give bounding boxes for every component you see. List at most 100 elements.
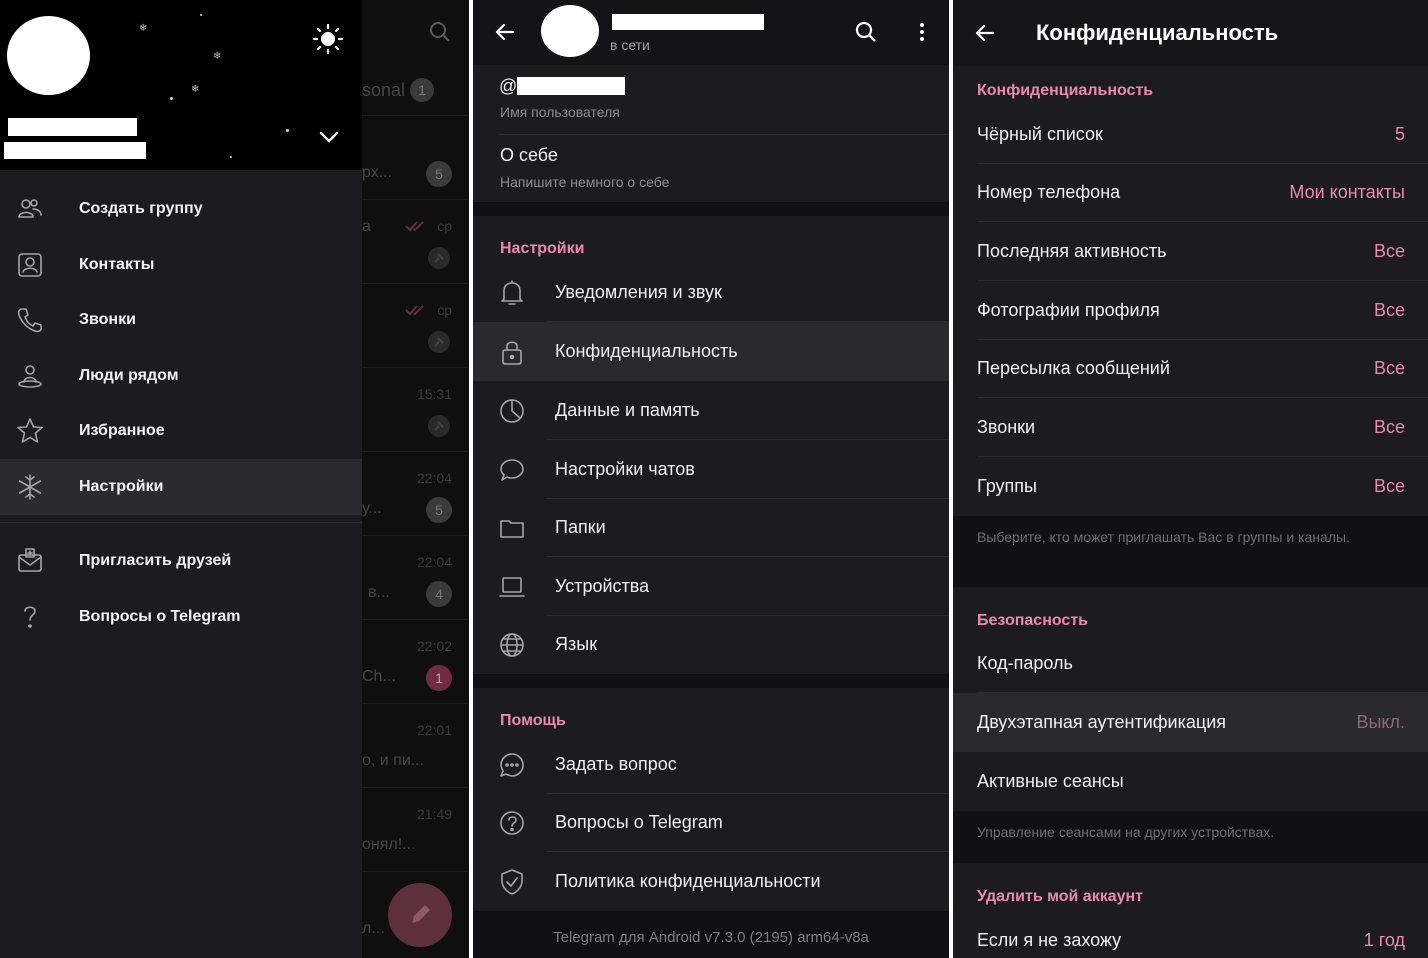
delete-account-row[interactable]: Если я не захожу 1 год	[953, 911, 1428, 958]
drawer-item-people-nearby[interactable]: Люди рядом	[0, 348, 362, 404]
drawer-item-label: Избранное	[79, 422, 165, 439]
divider	[362, 283, 469, 284]
laptop-icon	[499, 573, 525, 601]
settings-item-privacy[interactable]: Конфиденциальность	[473, 322, 949, 381]
privacy-row-value: Все	[1373, 300, 1405, 320]
chat-time: 22:02	[416, 638, 452, 654]
data-usage-icon	[499, 397, 525, 425]
settings-item-label: Задать вопрос	[555, 754, 677, 774]
app-version: Telegram для Android v7.3.0 (2195) arm64…	[553, 929, 869, 946]
privacy-row-label: Последняя активность	[977, 241, 1167, 261]
privacy-row-groups[interactable]: Группы Все	[953, 457, 1428, 516]
drawer-item-label: Люди рядом	[79, 367, 179, 384]
settings-item-notifications[interactable]: Уведомления и звук	[473, 263, 949, 322]
settings-item-data[interactable]: Данные и память	[473, 381, 949, 440]
settings-item-faq[interactable]: Вопросы о Telegram	[473, 793, 949, 852]
chat-time: 22:04	[416, 554, 452, 570]
chat-time: 22:01	[416, 722, 452, 738]
calls-icon	[16, 306, 44, 334]
drawer-header: ❄ ❄ ❄	[0, 0, 362, 170]
search-icon[interactable]	[854, 20, 878, 44]
user-name-redacted	[8, 118, 137, 136]
drawer-item-label: Пригласить друзей	[79, 552, 232, 569]
drawer-item-saved[interactable]: Избранное	[0, 403, 362, 459]
drawer-item-invite[interactable]: Пригласить друзей	[0, 533, 362, 589]
sessions-note: Управление сеансами на других устройства…	[953, 811, 1428, 863]
avatar[interactable]	[7, 16, 90, 95]
drawer-item-label: Создать группу	[79, 200, 203, 217]
security-row-passcode[interactable]: Код-пароль	[953, 634, 1428, 693]
drawer-item-calls[interactable]: Звонки	[0, 292, 362, 348]
security-row-label: Активные сеансы	[977, 771, 1124, 791]
back-arrow-icon[interactable]	[493, 20, 517, 44]
privacy-row-label: Звонки	[977, 417, 1036, 437]
divider	[362, 703, 469, 704]
chevron-down-icon[interactable]	[317, 127, 341, 147]
star-icon	[16, 417, 44, 445]
privacy-row-label: Чёрный список	[977, 124, 1103, 144]
security-row-two-step[interactable]: Двухэтапная аутентификация Выкл.	[953, 693, 1428, 752]
settings-item-privacy-policy[interactable]: Политика конфиденциальности	[473, 852, 949, 911]
settings-item-devices[interactable]: Устройства	[473, 557, 949, 616]
double-check-icon	[405, 220, 429, 232]
phone-redacted	[4, 142, 146, 159]
privacy-row-last-seen[interactable]: Последняя активность Все	[953, 222, 1428, 281]
security-row-value: Выкл.	[1356, 712, 1405, 732]
globe-icon	[499, 631, 525, 659]
sun-icon[interactable]	[312, 23, 344, 55]
snow-dot	[230, 156, 232, 158]
divider	[362, 619, 469, 620]
security-row-sessions[interactable]: Активные сеансы	[953, 752, 1428, 811]
privacy-row-profile-photos[interactable]: Фотографии профиля Все	[953, 281, 1428, 340]
chat-time: 22:04	[416, 470, 452, 486]
section-title-privacy: Конфиденциальность	[977, 82, 1154, 99]
settings-item-chats[interactable]: Настройки чатов	[473, 440, 949, 499]
folder-tab-label[interactable]: sonal	[362, 80, 405, 101]
settings-item-label: Конфиденциальность	[555, 341, 738, 361]
username-row[interactable]: @ Имя пользователя	[473, 65, 949, 135]
delete-row-label: Если я не захожу	[977, 930, 1122, 950]
folder-tab-badge: 1	[410, 78, 434, 102]
privacy-row-blocked[interactable]: Чёрный список 5	[953, 105, 1428, 164]
search-icon[interactable]	[428, 20, 452, 44]
privacy-row-forwards[interactable]: Пересылка сообщений Все	[953, 339, 1428, 398]
snow-dot	[170, 97, 173, 100]
privacy-row-label: Группы	[977, 476, 1037, 496]
user-name-redacted	[612, 14, 764, 30]
more-vert-icon[interactable]	[910, 20, 934, 44]
drawer-item-new-group[interactable]: Создать группу	[0, 181, 362, 237]
privacy-row-calls[interactable]: Звонки Все	[953, 398, 1428, 457]
help-circle-icon	[499, 809, 525, 837]
settings-item-folders[interactable]: Папки	[473, 498, 949, 557]
bell-icon	[499, 279, 525, 307]
privacy-row-label: Номер телефона	[977, 182, 1121, 202]
compose-fab[interactable]	[388, 883, 452, 947]
about-row[interactable]: О себе Напишите немного о себе	[473, 135, 949, 202]
privacy-row-value: Все	[1373, 417, 1405, 437]
settings-item-ask-question[interactable]: Задать вопрос	[473, 735, 949, 794]
back-arrow-icon[interactable]	[973, 21, 997, 45]
settings-item-label: Папки	[555, 517, 606, 537]
contacts-icon	[16, 251, 44, 279]
security-row-label: Код-пароль	[977, 653, 1073, 673]
avatar[interactable]	[541, 5, 599, 57]
drawer-item-faq[interactable]: Вопросы о Telegram	[0, 589, 362, 645]
settings-item-label: Устройства	[555, 576, 650, 596]
drawer: ❄ ❄ ❄ Создать группу Контакты Звонки Люд…	[0, 0, 362, 958]
chat-snippet: рх...	[362, 164, 393, 181]
settings-item-language[interactable]: Язык	[473, 615, 949, 674]
divider	[362, 199, 469, 200]
about-caption: Напишите немного о себе	[500, 174, 670, 190]
shield-check-icon	[499, 868, 525, 896]
page-title: Конфиденциальность	[1036, 20, 1279, 45]
username-caption: Имя пользователя	[500, 104, 620, 120]
section-title-settings: Настройки	[500, 240, 585, 257]
lock-icon	[499, 338, 525, 366]
drawer-item-contacts[interactable]: Контакты	[0, 237, 362, 293]
pencil-icon	[412, 905, 430, 923]
drawer-item-label: Вопросы о Telegram	[79, 608, 241, 625]
drawer-item-settings[interactable]: Настройки	[0, 459, 362, 515]
privacy-row-phone[interactable]: Номер телефона Мои контакты	[953, 163, 1428, 222]
privacy-row-value: Мои контакты	[1289, 182, 1405, 202]
privacy-row-value: Все	[1373, 476, 1405, 496]
